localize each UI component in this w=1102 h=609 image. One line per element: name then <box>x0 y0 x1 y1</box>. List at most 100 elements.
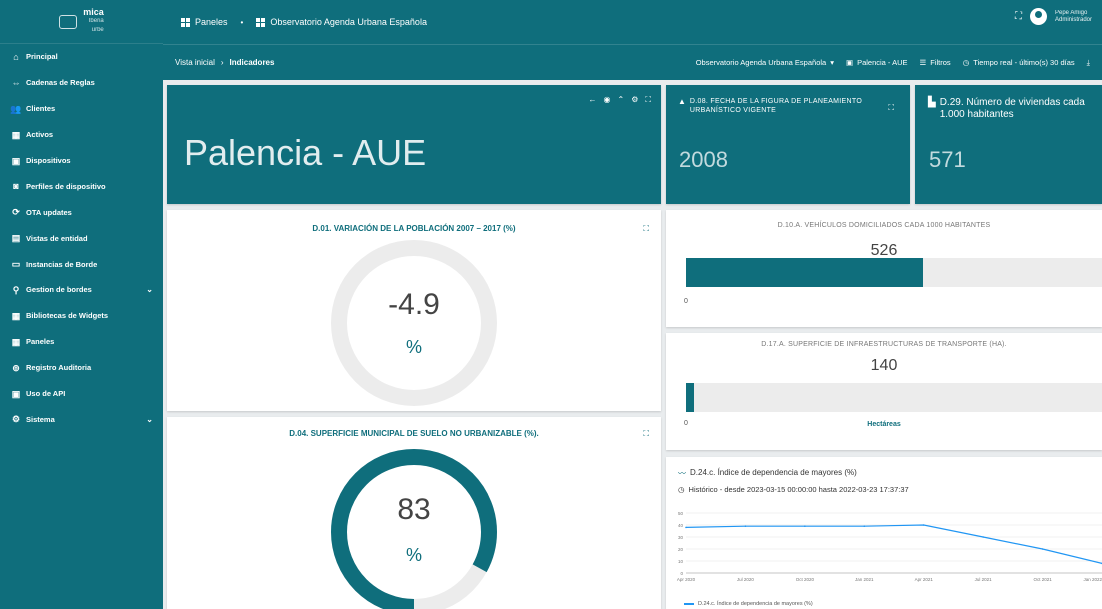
sidebar-item-label: Cadenas de Reglas <box>26 78 95 88</box>
data-point[interactable] <box>863 525 866 527</box>
sidebar-item-label: Vistas de entidad <box>26 233 88 243</box>
state-current: Indicadores <box>229 58 275 67</box>
bar1-track <box>686 258 1102 287</box>
bar2-unit: Hectáreas <box>867 421 901 428</box>
crumb-dashboards[interactable]: Paneles <box>195 17 228 27</box>
dashboard-select[interactable]: Observatorio Agenda Urbana Española ▾ <box>696 58 834 67</box>
sidebar-item-label: Registro Auditoria <box>26 363 92 373</box>
sidebar-item-label: Instancias de Borde <box>26 259 98 269</box>
sidebar-item-gestion-de-bordes[interactable]: ⚲ Gestion de bordes ⌄ <box>0 277 163 303</box>
bar2-track <box>686 383 1102 412</box>
sidebar-item-paneles[interactable]: ▦ Paneles <box>0 329 163 355</box>
donut1-track <box>331 240 497 406</box>
sidebar-item-cadenas-de-reglas[interactable]: ⇔ Cadenas de Reglas <box>0 70 163 96</box>
user-area: ⛶ Pepe Amigo Administrador <box>1015 8 1092 25</box>
timeseries-widget: 〰 D.24.c. Índice de dependencia de mayor… <box>666 457 1102 609</box>
logo-icon <box>59 14 78 29</box>
dropdown-icon: ▾ <box>830 58 834 67</box>
sidebar-item-principal[interactable]: ⌂ Principal <box>0 44 163 70</box>
widgets-icon: ▦ <box>11 310 21 321</box>
sidebar-item-registro-auditoria[interactable]: ⊚ Registro Auditoria <box>0 355 163 381</box>
y-tick-label: 20 <box>678 547 684 552</box>
donut2-value: 83 <box>397 493 431 526</box>
settings-icon[interactable]: ⚙ <box>631 95 638 105</box>
series-line[interactable] <box>685 524 1102 564</box>
sidebar-item-label: Uso de API <box>26 389 66 399</box>
kpi-title-planning: D.08. FECHA DE LA FIGURA DE PLANEAMIENTO… <box>689 98 863 114</box>
eye-icon[interactable]: ◉ <box>604 95 611 105</box>
filters-button[interactable]: ☰ Filtros <box>920 58 951 67</box>
user-avatar-icon[interactable] <box>1029 8 1047 25</box>
chevron-down-icon[interactable]: ⌄ <box>146 415 153 424</box>
bar-widget-transport: D.17.A. SUPERFICIE DE INFRAESTRUCTURAS D… <box>666 333 1102 450</box>
kpi-title-housing: D.29. Número de viviendas cada 1.000 hab… <box>939 97 1085 120</box>
bar2-fill <box>686 383 695 412</box>
entity-icon: ▣ <box>845 58 854 67</box>
fullscreen-icon[interactable]: ⛶ <box>1015 11 1022 22</box>
devices-icon: ▣ <box>11 155 21 166</box>
timewindow-button[interactable]: ◷ Tiempo real - último(s) 30 días <box>963 58 1075 67</box>
sidebar-item-sistema[interactable]: ⚙ Sistema ⌄ <box>0 406 163 432</box>
data-point[interactable] <box>804 525 806 527</box>
title-card: ← ◉ ⌃ ⚙ ⛶ Palencia - AUE <box>167 85 661 204</box>
device-profile-icon: ◙ <box>13 181 19 192</box>
sidebar-item-perfiles-de-dispositivo[interactable]: ◙ Perfiles de dispositivo <box>0 173 163 199</box>
donut-widget-land: D.04. SUPERFICIE MUNICIPAL DE SUELO NO U… <box>167 417 661 609</box>
sidebar-item-label: Bibliotecas de Widgets <box>26 311 109 321</box>
chevron-down-icon[interactable]: ⌄ <box>146 285 153 294</box>
sidebar-item-ota-updates[interactable]: ⟳ OTA updates <box>0 199 163 225</box>
edge-manage-icon: ⚲ <box>12 284 20 295</box>
data-point[interactable] <box>1041 548 1044 550</box>
download-icon[interactable]: ⤓ <box>1087 58 1090 68</box>
y-tick-label: 40 <box>678 523 684 528</box>
ota-icon: ⟳ <box>12 207 20 218</box>
state-root-link[interactable]: Vista inicial <box>175 58 215 67</box>
brand-logo[interactable]: mica Iberia urbe <box>0 0 163 44</box>
sidebar-item-activos[interactable]: ▦ Activos <box>0 122 163 148</box>
assets-icon: ▦ <box>11 129 21 140</box>
legend-label[interactable]: D.24.c. Índice de dependencia de mayores… <box>698 601 813 607</box>
breadcrumb: Paneles • Observatorio Agenda Urbana Esp… <box>181 17 427 27</box>
bell-icon: ▲ <box>678 97 686 106</box>
bar-widget-vehicles: D.10.A. VEHÍCULOS DOMICILIADOS CADA 1000… <box>666 210 1102 327</box>
fullscreen-icon[interactable]: ⛶ <box>888 103 894 113</box>
entity-view-icon: ▤ <box>11 233 21 244</box>
sidebar-item-bibliotecas-de-widgets[interactable]: ▦ Bibliotecas de Widgets <box>0 303 163 329</box>
state-select-label: Palencia - AUE <box>857 58 908 67</box>
state-select[interactable]: ▣ Palencia - AUE <box>846 58 908 67</box>
sidebar-item-label: Sistema <box>26 414 55 424</box>
sidebar-item-uso-de-api[interactable]: ▣ Uso de API <box>0 381 163 407</box>
timewindow-label: Tiempo real - último(s) 30 días <box>973 58 1075 67</box>
building-icon: ▙ <box>928 97 936 108</box>
settings-icon: ⚙ <box>11 414 21 425</box>
dashboards-icon <box>181 17 190 27</box>
sidebar-item-clientes[interactable]: 👥 Clientes <box>0 96 163 122</box>
edge-icon: ▭ <box>11 259 21 270</box>
bar2-value: 140 <box>870 357 898 374</box>
user-name: Pepe Amigo <box>1054 9 1088 16</box>
toolbar-tools: Observatorio Agenda Urbana Española ▾ ▣ Pa… <box>696 58 1090 68</box>
bar1-title: D.10.A. VEHÍCULOS DOMICILIADOS CADA 1000… <box>777 222 991 229</box>
kpi-card-planning: ▲ D.08. FECHA DE LA FIGURA DE PLANEAMIEN… <box>666 85 910 204</box>
sidebar-item-vistas-de-entidad[interactable]: ▤ Vistas de entidad <box>0 225 163 251</box>
arrow-left-icon[interactable]: ← <box>589 95 597 105</box>
y-tick-label: 0 <box>680 571 683 576</box>
sidebar-item-instancias-de-borde[interactable]: ▭ Instancias de Borde <box>0 251 163 277</box>
kpi-value-housing: 571 <box>929 147 966 172</box>
crumb-dashboard-name[interactable]: Observatorio Agenda Urbana Española <box>270 17 427 27</box>
filter-icon: ☰ <box>919 58 927 67</box>
data-point[interactable] <box>685 526 687 529</box>
data-point[interactable] <box>982 536 984 538</box>
data-point[interactable] <box>744 525 747 527</box>
data-point[interactable] <box>922 524 925 526</box>
sidebar-nav: ⌂ Principal ⇔ Cadenas de Reglas 👥 Clientes ▦ Ac… <box>0 44 163 432</box>
x-tick-label: Oct 2021 <box>1033 577 1052 582</box>
clock-icon: ◷ <box>962 58 970 67</box>
fullscreen-icon[interactable]: ⛶ <box>645 95 651 105</box>
y-tick-label: 50 <box>678 511 684 516</box>
sidebar-item-dispositivos[interactable]: ▣ Dispositivos <box>0 148 163 174</box>
up-icon[interactable]: ⌃ <box>618 95 625 105</box>
sidebar-item-label: Principal <box>26 52 58 62</box>
dashboard-select-label: Observatorio Agenda Urbana Española <box>695 58 827 67</box>
sidebar: mica Iberia urbe ⌂ Principal ⇔ Cadenas de Re… <box>0 0 163 609</box>
